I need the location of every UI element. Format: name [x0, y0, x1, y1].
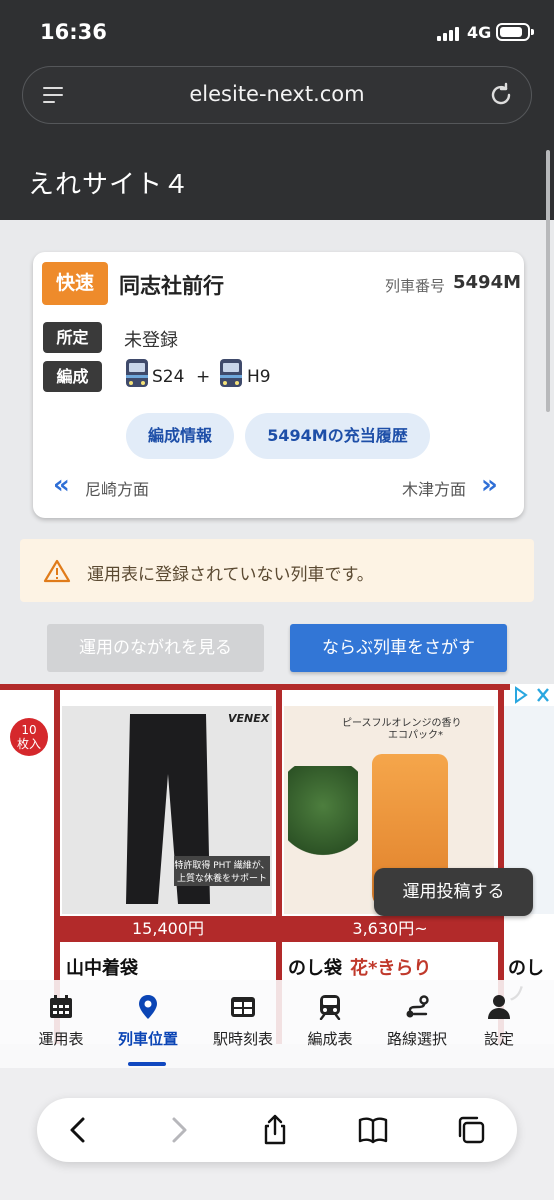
nav-label: 編成表	[307, 1030, 353, 1048]
chevron-double-left-icon[interactable]: «	[53, 470, 70, 500]
person-icon	[488, 995, 510, 1019]
ad-lower-2[interactable]: のし袋	[288, 954, 342, 980]
location-pin-icon	[139, 995, 157, 1019]
nav-train-position[interactable]: 列車位置	[98, 994, 198, 1049]
ad-count-badge: 10 枚入	[10, 718, 48, 756]
ad-lower-1[interactable]: 山中着袋	[66, 954, 138, 980]
url-bar[interactable]: elesite-next.com	[22, 66, 532, 124]
direction-right[interactable]: 木津方面	[402, 476, 466, 500]
ad-price-1[interactable]: 15,400円	[60, 916, 276, 942]
nav-operation-table[interactable]: 運用表	[11, 994, 111, 1049]
formation-label: 編成	[43, 361, 102, 392]
train-type-badge: 快速	[42, 262, 108, 305]
url-text[interactable]: elesite-next.com	[23, 82, 531, 106]
ad-price-2[interactable]: 3,630円~	[282, 916, 498, 942]
route-icon	[406, 995, 429, 1018]
train-car-icon[interactable]	[124, 358, 150, 390]
battery-icon	[496, 23, 534, 41]
nav-station-timetable[interactable]: 駅時刻表	[193, 994, 293, 1049]
view-flow-button[interactable]: 運用のながれを見る	[47, 624, 264, 672]
forward-icon[interactable]	[162, 1114, 194, 1146]
warning-icon	[43, 559, 71, 583]
plant-image	[288, 766, 358, 866]
formation-info-button[interactable]: 編成情報	[126, 413, 234, 459]
back-icon[interactable]	[63, 1114, 95, 1146]
direction-left[interactable]: 尼崎方面	[85, 476, 149, 500]
ad-lower-2b[interactable]: 花*きらり	[350, 954, 431, 980]
train-destination: 同志社前行	[119, 274, 224, 298]
calendar-icon	[50, 995, 72, 1018]
scrollbar[interactable]	[546, 150, 550, 412]
network-label: 4G	[467, 23, 492, 42]
bottom-nav: 運用表 列車位置 駅時刻表 編成表 路線選択 設定	[0, 980, 554, 1068]
ad-product-image-1[interactable]: VENEX 特許取得 PHT 繊維が、上質な休養をサポート	[62, 706, 272, 914]
nav-label: 運用表	[38, 1030, 84, 1048]
nav-active-indicator	[128, 1062, 166, 1066]
reload-icon[interactable]	[487, 81, 515, 109]
train-card: 快速 同志社前行 列車番号 5494M 所定 未登録 編成 S24 + H9 編…	[33, 252, 524, 518]
signal-icon	[437, 27, 461, 41]
warning-text: 運用表に登録されていない列車です。	[87, 565, 374, 585]
nav-formation-table[interactable]: 編成表	[280, 994, 380, 1049]
formation-car-2[interactable]: H9	[247, 367, 271, 387]
train-number-label: 列車番号	[385, 277, 446, 295]
tabs-icon[interactable]	[455, 1114, 487, 1146]
ad-sub-2: エコパック*	[388, 730, 443, 741]
share-icon[interactable]	[259, 1114, 291, 1146]
warning-banner: 運用表に登録されていない列車です。	[20, 539, 534, 602]
train-number: 5494M	[453, 272, 522, 293]
search-parallel-button[interactable]: ならぶ列車をさがす	[290, 624, 507, 672]
history-button[interactable]: 5494Mの充当履歴	[245, 413, 430, 459]
nav-label: 駅時刻表	[212, 1030, 273, 1048]
formation-car-1[interactable]: S24	[152, 367, 184, 387]
table-icon	[231, 997, 255, 1017]
nav-label: 列車位置	[117, 1030, 178, 1048]
post-operation-button[interactable]: 運用投稿する	[374, 868, 533, 916]
browser-toolbar	[37, 1098, 517, 1162]
ad-caption-1: 特許取得 PHT 繊維が、上質な休養をサポート	[174, 856, 270, 886]
assignment-value: 未登録	[124, 330, 178, 351]
ad-brand: VENEX	[228, 712, 270, 725]
assignment-label: 所定	[43, 322, 102, 353]
train-car-icon[interactable]	[218, 358, 244, 390]
formation-plus: +	[196, 367, 211, 387]
chevron-double-right-icon[interactable]: »	[481, 470, 498, 500]
nav-settings[interactable]: 設定	[449, 994, 549, 1049]
nav-label: 設定	[483, 1030, 514, 1048]
ad-choices-icon[interactable]	[510, 684, 554, 706]
bookmarks-icon[interactable]	[357, 1114, 389, 1146]
status-time: 16:36	[40, 20, 107, 44]
app-title: えれサイト４	[28, 170, 191, 200]
status-bar: 16:36 4G	[0, 0, 554, 62]
train-icon	[319, 995, 341, 1020]
